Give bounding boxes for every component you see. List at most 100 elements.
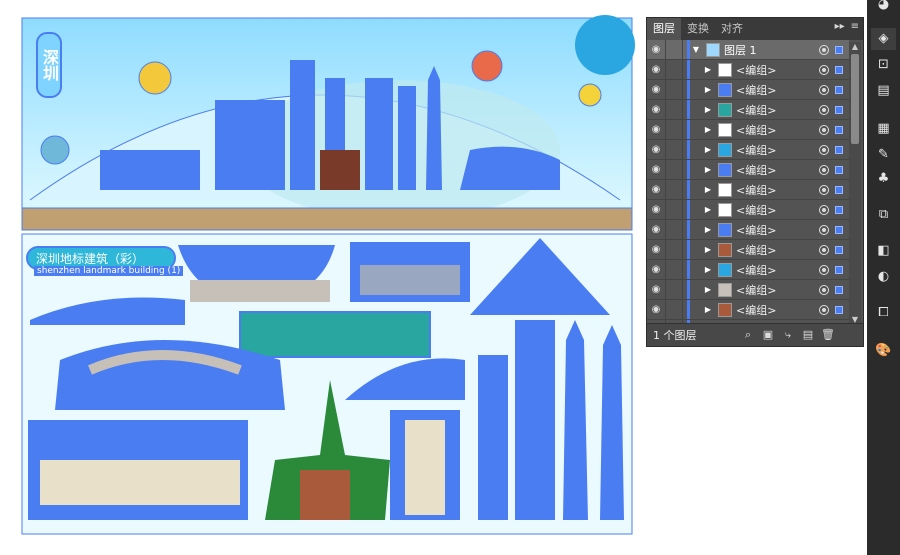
lock-column[interactable]: [665, 220, 683, 239]
layer-row-group[interactable]: ◉ ▶ <编组>: [647, 60, 849, 80]
group-name[interactable]: <编组>: [736, 82, 819, 98]
panel-scrollbar[interactable]: ▲ ▼: [849, 42, 861, 324]
layer-row-group[interactable]: ◉ ▶ <编组>: [647, 160, 849, 180]
tab-align[interactable]: 对齐: [715, 18, 749, 40]
visibility-eye-icon[interactable]: ◉: [647, 84, 665, 95]
group-name[interactable]: <编组>: [736, 262, 819, 278]
target-icon[interactable]: [819, 304, 829, 315]
group-name[interactable]: <编组>: [736, 62, 819, 78]
expand-right-icon[interactable]: ▶: [702, 205, 714, 214]
visibility-eye-icon[interactable]: ◉: [647, 224, 665, 235]
layer-row-group[interactable]: ◉ ▶ <编组>: [647, 240, 849, 260]
layer-row-group[interactable]: ◉ ▶ <编组>: [647, 100, 849, 120]
layer-row-group[interactable]: ◉ ▶ <编组>: [647, 120, 849, 140]
visibility-eye-icon[interactable]: ◉: [647, 244, 665, 255]
target-icon[interactable]: [819, 264, 829, 275]
gradient-icon[interactable]: ◧: [871, 240, 896, 262]
selection-indicator[interactable]: [835, 85, 843, 94]
selection-indicator[interactable]: [835, 285, 843, 294]
layer-row-group[interactable]: ◉ ▶ <编组>: [647, 280, 849, 300]
selection-indicator[interactable]: [835, 65, 843, 74]
group-name[interactable]: <编组>: [736, 242, 819, 258]
lock-column[interactable]: [665, 160, 683, 179]
lock-column[interactable]: [665, 100, 683, 119]
illustration-canvas[interactable]: [0, 0, 645, 555]
lock-column[interactable]: [665, 120, 683, 139]
artboards-icon[interactable]: ⊡: [871, 54, 896, 76]
lock-column[interactable]: [665, 260, 683, 279]
group-name[interactable]: <编组>: [736, 202, 819, 218]
lock-column[interactable]: [665, 80, 683, 99]
collapse-icon[interactable]: ▸▸: [835, 21, 845, 32]
symbols-icon[interactable]: ♣: [871, 168, 896, 190]
brushes-icon[interactable]: ✎: [871, 144, 896, 166]
target-icon[interactable]: [819, 64, 829, 75]
delete-layer-icon[interactable]: 🗑: [819, 328, 837, 342]
target-icon[interactable]: [819, 284, 829, 295]
layer-row-top[interactable]: ◉ ▼ 图层 1: [647, 40, 849, 60]
selection-indicator[interactable]: [835, 205, 843, 214]
transparency-icon[interactable]: ◐: [871, 266, 896, 288]
expand-right-icon[interactable]: ▶: [702, 145, 714, 154]
layer-row-group[interactable]: ◉ ▶ <编组>: [647, 200, 849, 220]
selection-indicator[interactable]: [835, 105, 843, 114]
group-name[interactable]: <编组>: [736, 142, 819, 158]
selection-indicator[interactable]: [835, 245, 843, 254]
selection-indicator[interactable]: [835, 185, 843, 194]
target-icon[interactable]: [819, 44, 829, 55]
group-name[interactable]: <编组>: [736, 282, 819, 298]
target-icon[interactable]: [819, 164, 829, 175]
layer-row-group[interactable]: ◉ ▶ <编组>: [647, 220, 849, 240]
group-name[interactable]: <编组>: [736, 302, 819, 318]
layer-row-group[interactable]: ◉ ▶ <编组>: [647, 140, 849, 160]
visibility-eye-icon[interactable]: ◉: [647, 204, 665, 215]
lock-column[interactable]: [665, 300, 683, 319]
expand-right-icon[interactable]: ▶: [702, 165, 714, 174]
visibility-eye-icon[interactable]: ◉: [647, 104, 665, 115]
target-icon[interactable]: [819, 104, 829, 115]
layer-row-group[interactable]: ◉ ▶ <编组>: [647, 80, 849, 100]
group-name[interactable]: <编组>: [736, 162, 819, 178]
lock-column[interactable]: [665, 180, 683, 199]
group-name[interactable]: <编组>: [736, 182, 819, 198]
tab-transform[interactable]: 变换: [681, 18, 715, 40]
selection-indicator[interactable]: [835, 305, 843, 314]
selection-indicator[interactable]: [835, 45, 843, 54]
expand-right-icon[interactable]: ▶: [702, 105, 714, 114]
layers-icon[interactable]: ◈: [871, 28, 896, 50]
lock-column[interactable]: [665, 280, 683, 299]
tab-layers[interactable]: 图层: [647, 18, 681, 40]
expand-right-icon[interactable]: ▶: [702, 225, 714, 234]
visibility-eye-icon[interactable]: ◉: [647, 304, 665, 315]
expand-down-icon[interactable]: ▼: [690, 45, 702, 54]
expand-right-icon[interactable]: ▶: [702, 265, 714, 274]
visibility-eye-icon[interactable]: ◉: [647, 124, 665, 135]
layer-row-group[interactable]: ◉ ▶ <编组>: [647, 260, 849, 280]
scroll-thumb[interactable]: [851, 54, 859, 144]
visibility-eye-icon[interactable]: ◉: [647, 284, 665, 295]
target-icon[interactable]: [819, 244, 829, 255]
panel-menu-icon[interactable]: ≡: [851, 21, 859, 32]
visibility-eye-icon[interactable]: ◉: [647, 144, 665, 155]
expand-right-icon[interactable]: ▶: [702, 85, 714, 94]
visibility-eye-icon[interactable]: ◉: [647, 64, 665, 75]
target-icon[interactable]: [819, 224, 829, 235]
selection-indicator[interactable]: [835, 125, 843, 134]
new-layer-icon[interactable]: ▤: [799, 328, 817, 342]
target-icon[interactable]: [819, 144, 829, 155]
target-icon[interactable]: [819, 84, 829, 95]
transform-icon[interactable]: ⧉: [871, 204, 896, 226]
swatches-icon[interactable]: ▦: [871, 118, 896, 140]
visibility-eye-icon[interactable]: ◉: [647, 164, 665, 175]
new-sublayer-icon[interactable]: ⤷: [779, 328, 797, 342]
expand-right-icon[interactable]: ▶: [702, 65, 714, 74]
lock-column[interactable]: [665, 200, 683, 219]
selection-indicator[interactable]: [835, 145, 843, 154]
scroll-up-icon[interactable]: ▲: [849, 42, 861, 51]
artboard[interactable]: 深圳 深圳地标建筑（彩） shenzhen landmark building …: [0, 0, 645, 555]
expand-right-icon[interactable]: ▶: [702, 245, 714, 254]
lock-column[interactable]: [665, 240, 683, 259]
color-guide-icon[interactable]: ◕: [871, 0, 896, 16]
layer-list[interactable]: ◉ ▼ 图层 1 ◉ ▶ <编组> ◉ ▶ <编组> ◉ ▶ <编组> ◉ ▶ <编组> ◉ ▶ <编组> ◉…: [647, 40, 849, 324]
locate-object-icon[interactable]: ⌕: [739, 328, 757, 342]
